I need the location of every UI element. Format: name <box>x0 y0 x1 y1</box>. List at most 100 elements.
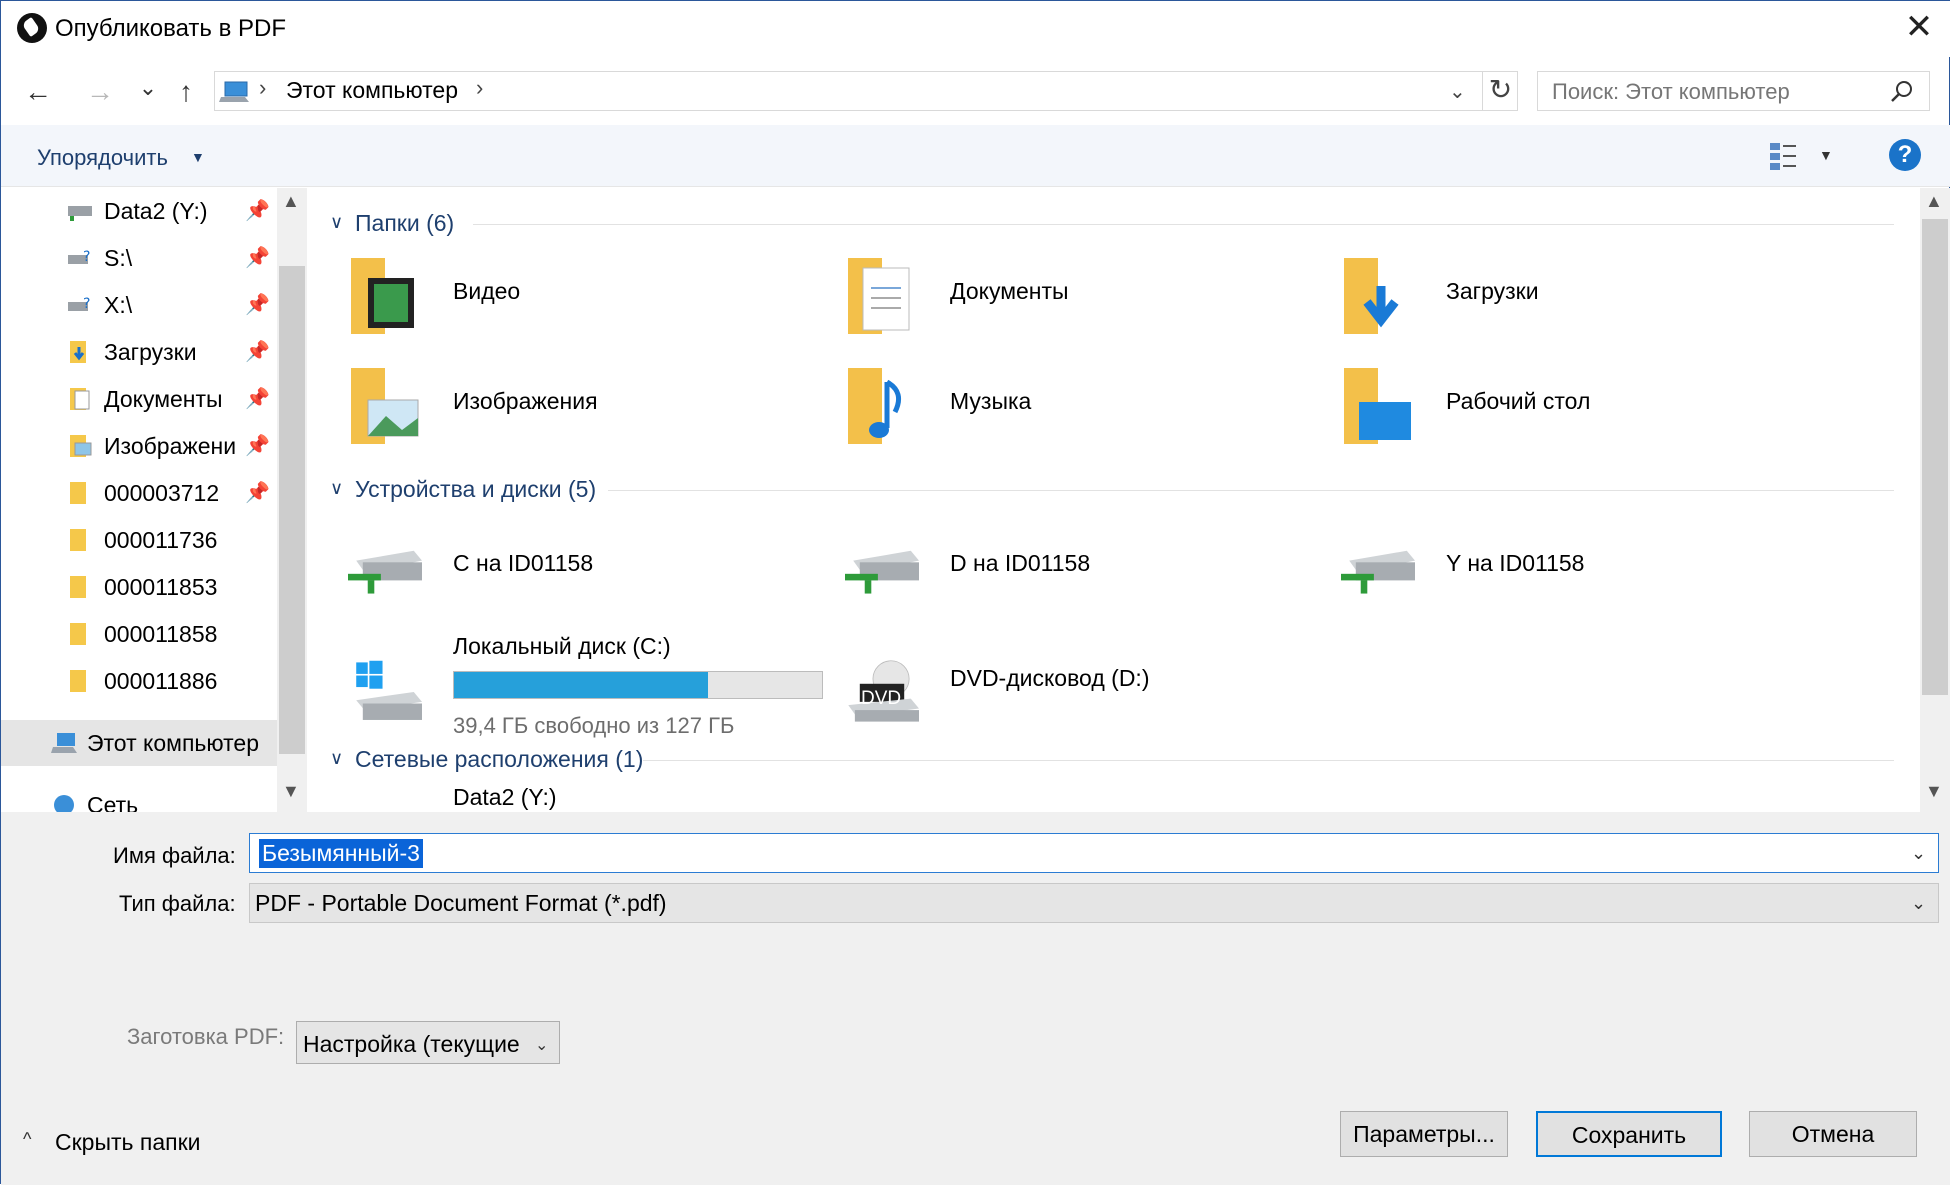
tile-label: Документы <box>950 278 1069 304</box>
group-header-folders[interactable]: ∨ Папки (6) <box>308 208 1908 244</box>
hide-folders-toggle[interactable]: Скрыть папки <box>55 1129 201 1156</box>
back-button[interactable]: ← <box>21 75 55 111</box>
chevron-down-icon[interactable]: ⌄ <box>1911 893 1926 914</box>
folder-tile-pictures[interactable]: Изображения <box>308 358 788 458</box>
drive-usage-fill <box>454 672 708 698</box>
sidebar-item-x-drive[interactable]: ? X:\ 📌 <box>1 282 277 328</box>
chevron-down-icon[interactable]: ∨ <box>330 478 343 499</box>
parameters-button[interactable]: Параметры... <box>1340 1111 1508 1157</box>
close-button[interactable]: ✕ <box>1899 7 1939 51</box>
desktop-folder-icon <box>1344 368 1411 444</box>
sidebar-item-label: Этот компьютер <box>87 730 259 756</box>
scroll-up-icon[interactable]: ▲ <box>282 191 300 212</box>
window-title: Опубликовать в PDF <box>55 15 287 42</box>
help-icon[interactable]: ? <box>1889 139 1921 171</box>
drive-tile-c-network[interactable]: C на ID01158 <box>308 520 788 620</box>
tile-label: Y на ID01158 <box>1446 550 1585 576</box>
organize-menu[interactable]: Упорядочить <box>37 145 168 171</box>
folder-tile-videos[interactable]: Видео <box>308 248 788 348</box>
scrollbar-thumb[interactable] <box>279 266 305 754</box>
documents-folder-icon <box>848 258 910 334</box>
group-header-network[interactable]: ∨ Сетевые расположения (1) <box>308 744 1908 780</box>
search-icon[interactable] <box>1889 79 1915 105</box>
videos-folder-icon <box>351 258 414 334</box>
pictures-folder-icon <box>70 435 92 457</box>
chevron-down-icon[interactable]: ▼ <box>191 149 205 165</box>
cancel-button[interactable]: Отмена <box>1749 1111 1917 1157</box>
folder-icon <box>70 529 86 551</box>
network-icon <box>54 795 74 812</box>
pin-icon[interactable]: 📌 <box>245 480 270 505</box>
app-icon <box>17 13 47 43</box>
drive-tile-y-network[interactable]: Y на ID01158 <box>1301 520 1781 620</box>
pin-icon[interactable]: 📌 <box>245 292 270 317</box>
svg-text:?: ? <box>83 249 90 265</box>
pin-icon[interactable]: 📌 <box>245 245 270 270</box>
pdf-preset-value[interactable]: Настройка (текущие <box>303 1031 520 1058</box>
folder-tile-desktop[interactable]: Рабочий стол <box>1301 358 1781 458</box>
sidebar-item-label: Изображени <box>104 433 237 459</box>
breadcrumb-separator[interactable]: › <box>476 75 483 101</box>
drive-tile-dvd[interactable]: DVD DVD-дисковод (D:) <box>805 633 1285 743</box>
scroll-down-icon[interactable]: ▼ <box>282 781 300 802</box>
drive-tile-d-network[interactable]: D на ID01158 <box>805 520 1285 620</box>
tile-label: DVD-дисковод (D:) <box>950 665 1150 691</box>
sidebar-item-downloads[interactable]: Загрузки 📌 <box>1 329 277 375</box>
sidebar-item-this-pc[interactable]: Этот компьютер <box>1 720 277 766</box>
folder-tile-downloads[interactable]: Загрузки <box>1301 248 1781 348</box>
chevron-up-icon[interactable]: ^ <box>23 1129 31 1150</box>
refresh-button[interactable]: ↻ <box>1482 71 1518 111</box>
sidebar-item-label: 000011853 <box>104 574 218 600</box>
title-bar <box>1 1 1950 57</box>
pin-icon[interactable]: 📌 <box>245 433 270 458</box>
scrollbar-thumb[interactable] <box>1922 219 1948 695</box>
breadcrumb-this-pc[interactable]: Этот компьютер <box>286 77 458 104</box>
pin-icon[interactable]: 📌 <box>245 339 270 364</box>
sidebar-item-folder[interactable]: 000003712 📌 <box>1 470 277 516</box>
filetype-value[interactable]: PDF - Portable Document Format (*.pdf) <box>255 890 667 917</box>
breadcrumb-separator[interactable]: › <box>259 75 266 101</box>
chevron-down-icon[interactable]: ∨ <box>330 748 343 769</box>
sidebar-item-folder[interactable]: 000011886 <box>1 658 277 704</box>
sidebar-item-s-drive[interactable]: ? S:\ 📌 <box>1 235 277 281</box>
drive-tile-local-c[interactable]: Локальный диск (C:) 39,4 ГБ свободно из … <box>308 633 823 743</box>
network-location-tile[interactable]: Data2 (Y:) <box>308 784 788 812</box>
network-drive-icon <box>68 206 92 221</box>
command-bar <box>1 125 1950 187</box>
view-options-icon[interactable] <box>1769 141 1797 171</box>
sidebar-item-data2[interactable]: Data2 (Y:) 📌 <box>1 188 277 234</box>
sidebar-item-folder[interactable]: 000011858 <box>1 611 277 657</box>
forward-button[interactable]: → <box>83 75 117 111</box>
chevron-down-icon[interactable]: ▼ <box>1819 147 1833 163</box>
divider <box>608 490 1894 491</box>
sidebar-item-pictures[interactable]: Изображени 📌 <box>1 423 277 469</box>
tile-label: C на ID01158 <box>453 550 594 576</box>
pin-icon[interactable]: 📌 <box>245 198 270 223</box>
chevron-down-icon[interactable]: ∨ <box>330 212 343 233</box>
chevron-down-icon[interactable]: ⌄ <box>535 1035 548 1055</box>
sidebar-item-network[interactable]: Сеть <box>1 782 277 812</box>
sidebar-item-documents[interactable]: Документы 📌 <box>1 376 277 422</box>
sidebar-item-folder[interactable]: 000011736 <box>1 517 277 563</box>
scroll-down-icon[interactable]: ▼ <box>1925 781 1943 802</box>
sidebar-item-folder[interactable]: 000011853 <box>1 564 277 610</box>
folder-tile-music[interactable]: Музыка <box>805 358 1285 458</box>
chevron-down-icon[interactable]: ⌄ <box>1911 843 1926 864</box>
music-folder-icon <box>848 368 902 444</box>
folder-tile-documents[interactable]: Документы <box>805 248 1285 348</box>
pin-icon[interactable]: 📌 <box>245 386 270 411</box>
windows-drive-icon <box>356 660 422 720</box>
group-label: Сетевые расположения (1) <box>355 746 644 772</box>
sidebar-item-label: X:\ <box>104 292 133 318</box>
filename-value[interactable]: Безымянный-3 <box>259 839 423 868</box>
address-dropdown-icon[interactable]: ⌄ <box>1449 79 1466 104</box>
save-button[interactable]: Сохранить <box>1536 1111 1722 1157</box>
divider <box>643 760 1894 761</box>
scroll-up-icon[interactable]: ▲ <box>1925 191 1943 212</box>
recent-locations-button[interactable]: ⌄ <box>131 71 165 107</box>
filename-field[interactable] <box>249 833 1939 873</box>
pdf-preset-label: Заготовка PDF: <box>127 1024 285 1049</box>
group-header-devices[interactable]: ∨ Устройства и диски (5) <box>308 474 1908 510</box>
pictures-folder-icon <box>351 368 419 444</box>
up-button[interactable]: ↑ <box>169 75 203 111</box>
